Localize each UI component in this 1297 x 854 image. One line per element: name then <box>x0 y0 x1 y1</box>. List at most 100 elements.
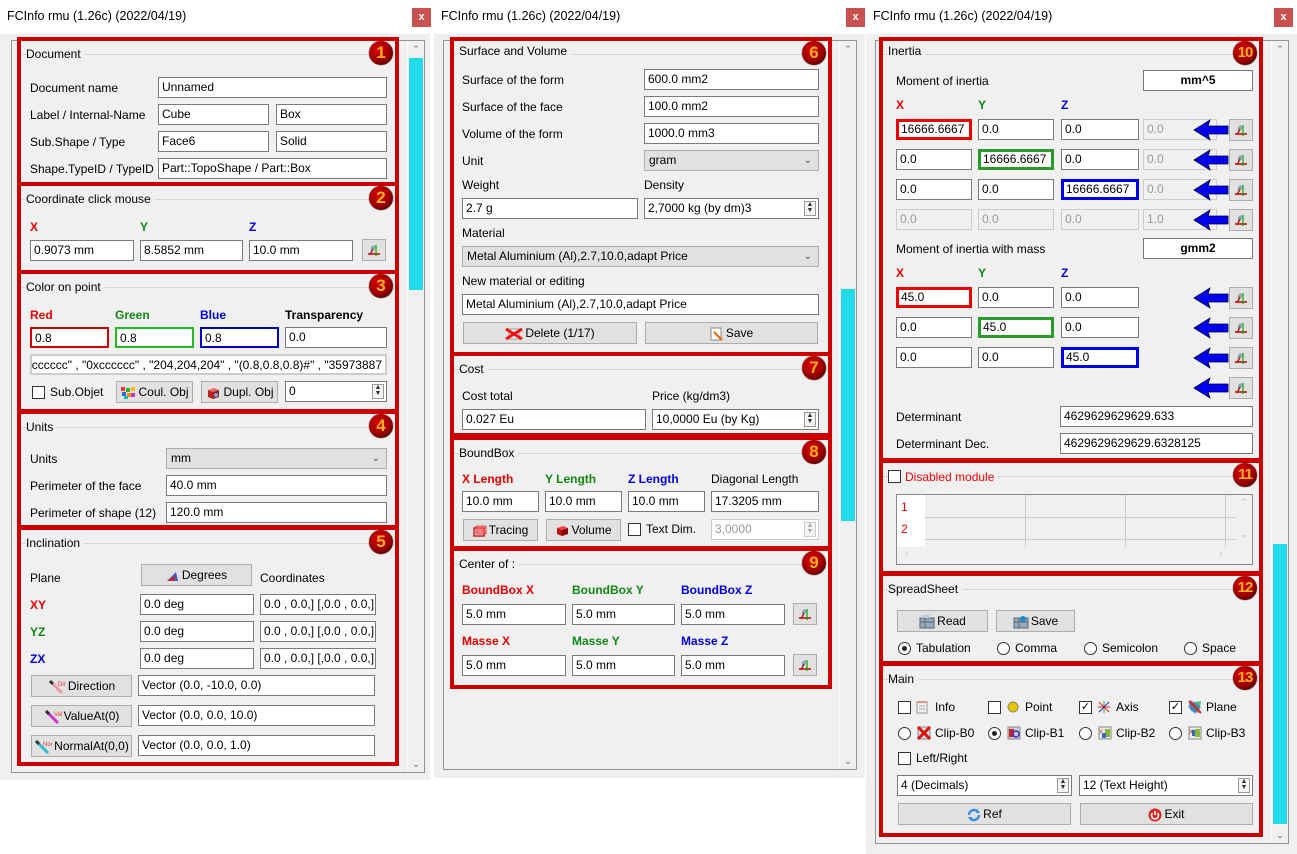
mass-axis-button-4[interactable] <box>1229 377 1253 399</box>
inertia-cell-r1-c3[interactable]: 0.0 <box>1061 119 1139 140</box>
leftright-checkbox[interactable] <box>898 752 911 765</box>
internal-name-field[interactable]: Box <box>276 104 387 125</box>
mass-axis-button-2[interactable] <box>1229 317 1253 339</box>
mass-cell-r1-c1[interactable]: 45.0 <box>896 287 972 308</box>
red-field[interactable]: 0.8 <box>30 327 109 348</box>
radio-clip-b0[interactable] <box>898 727 911 740</box>
ref-button[interactable]: Ref <box>898 803 1071 825</box>
mass-axis-button-1[interactable] <box>1229 287 1253 309</box>
decimals-spinbox[interactable]: 4 (Decimals) ▲ ▼ <box>897 775 1072 796</box>
place-mass-center-button[interactable] <box>793 654 817 676</box>
moment-unit-field[interactable]: mm^5 <box>1143 70 1253 91</box>
mass-unit-field[interactable]: gmm2 <box>1143 238 1253 259</box>
text-height-spinbox[interactable]: 12 (Text Height) ▲ ▼ <box>1079 775 1253 796</box>
scroll-up-icon[interactable]: ⌃ <box>840 41 856 57</box>
vertical-scrollbar[interactable]: ⌃ ⌄ <box>839 41 856 769</box>
spin-arrows-icon[interactable]: ▲ ▼ <box>372 384 384 399</box>
zx-coords-field[interactable]: 0.0 , 0.0,] [,0.0 , 0.0,] <box>260 648 376 669</box>
scroll-up-icon[interactable]: ⌃ <box>1272 41 1288 57</box>
determinant-dec-field[interactable]: 4629629629629.6328125 <box>1060 433 1253 454</box>
inertia-cell-r4-c3[interactable]: 0.0 <box>1061 209 1139 230</box>
unit-dropdown[interactable]: gram ⌄ <box>644 150 819 171</box>
surface-form-field[interactable]: 600.0 mm2 <box>644 69 819 90</box>
inertia-axis-button-1[interactable] <box>1229 119 1253 141</box>
place-axis-button[interactable] <box>362 239 386 261</box>
mass-cell-r2-c3[interactable]: 0.0 <box>1061 317 1139 338</box>
table-scroll-right-icon[interactable]: › <box>1219 548 1222 559</box>
material-dropdown[interactable]: Metal Aluminium (Al),2.7,10.0,adapt Pric… <box>462 246 819 267</box>
label-field[interactable]: Cube <box>158 104 269 125</box>
save-sheet-button[interactable]: Save <box>996 610 1075 632</box>
masse-y-field[interactable]: 5.0 mm <box>572 655 675 676</box>
boundbox-z-field[interactable]: 5.0 mm <box>681 604 785 625</box>
close-button[interactable]: x <box>846 8 865 27</box>
perim-shape-field[interactable]: 120.0 mm <box>166 502 387 523</box>
inertia-cell-r4-c1[interactable]: 0.0 <box>896 209 972 230</box>
units-dropdown[interactable]: mm ⌄ <box>166 448 387 469</box>
textdim-checkbox[interactable] <box>628 523 641 536</box>
table-scroll-down-icon[interactable]: ⌄ <box>1240 529 1248 540</box>
inertia-axis-button-3[interactable] <box>1229 179 1253 201</box>
density-spinbox[interactable]: 2,7000 kg (by dm)3 ▲ ▼ <box>644 198 819 219</box>
weight-field[interactable]: 2.7 g <box>462 198 638 219</box>
scroll-down-icon[interactable]: ⌄ <box>1272 827 1288 843</box>
degrees-button[interactable]: Degrees <box>141 564 252 586</box>
mass-cell-r2-c1[interactable]: 0.0 <box>896 317 972 338</box>
inertia-axis-button-2[interactable] <box>1229 149 1253 171</box>
mass-cell-r1-c2[interactable]: 0.0 <box>978 287 1054 308</box>
price-spinbox[interactable]: 10,0000 Eu (by Kg) ▲ ▼ <box>652 409 819 430</box>
normalat-button[interactable]: Nor NormalAt(0,0) <box>31 735 132 757</box>
y-length-field[interactable]: 10.0 mm <box>545 491 622 512</box>
dupl-obj-button[interactable]: Dupl. Obj <box>201 381 278 403</box>
normalat-field[interactable]: Vector (0.0, 0.0, 1.0) <box>138 735 375 756</box>
vertical-scrollbar[interactable]: ⌃ ⌄ <box>1271 41 1288 843</box>
radio-tabulation[interactable] <box>898 642 911 655</box>
typeid-field[interactable]: Part::TopoShape / Part::Box <box>158 158 387 179</box>
delete-material-button[interactable]: Delete (1/17) <box>463 322 637 344</box>
scroll-thumb[interactable] <box>841 289 855 521</box>
disabled-module-checkbox[interactable] <box>888 470 901 484</box>
radio-comma[interactable] <box>997 642 1010 655</box>
volume-button[interactable]: Volume <box>546 519 621 541</box>
color-spinbox[interactable]: 0 ▲ ▼ <box>285 381 387 402</box>
direction-field[interactable]: Vector (0.0, -10.0, 0.0) <box>138 675 375 696</box>
coul-obj-button[interactable]: Coul. Obj <box>116 381 193 403</box>
new-material-field[interactable]: Metal Aluminium (Al),2.7,10.0,adapt Pric… <box>462 294 819 315</box>
read-button[interactable]: Read <box>897 610 988 632</box>
xy-coords-field[interactable]: 0.0 , 0.0,] [,0.0 , 0.0,] <box>260 594 376 615</box>
color-codes-field[interactable]: 35973887" , "#cccccc" , "0xcccccc" , "20… <box>30 354 387 375</box>
mass-cell-r3-c3[interactable]: 45.0 <box>1061 347 1139 368</box>
spin-arrows-icon[interactable]: ▲ ▼ <box>804 522 816 537</box>
z-coord-field[interactable]: 10.0 mm <box>249 240 353 261</box>
point-checkbox[interactable] <box>988 701 1001 714</box>
scroll-thumb[interactable] <box>409 58 423 290</box>
inertia-cell-r3-c2[interactable]: 0.0 <box>978 179 1054 200</box>
radio-space[interactable] <box>1184 642 1197 655</box>
mass-axis-button-3[interactable] <box>1229 347 1253 369</box>
x-length-field[interactable]: 10.0 mm <box>462 491 539 512</box>
scroll-thumb[interactable] <box>1273 544 1287 824</box>
table-scroll-up-icon[interactable]: ⌃ <box>1240 497 1248 508</box>
radio-clip-b2[interactable] <box>1079 727 1092 740</box>
green-field[interactable]: 0.8 <box>115 327 194 348</box>
subobjet-checkbox[interactable] <box>32 386 45 399</box>
blue-field[interactable]: 0.8 <box>200 327 279 348</box>
inertia-axis-button-4[interactable] <box>1229 209 1253 231</box>
volume-form-field[interactable]: 1000.0 mm3 <box>644 123 819 144</box>
scroll-down-icon[interactable]: ⌄ <box>840 753 856 769</box>
spin-arrows-icon[interactable]: ▲ ▼ <box>1238 778 1250 793</box>
mass-cell-r3-c1[interactable]: 0.0 <box>896 347 972 368</box>
valueat-button[interactable]: Val ValueAt(0) <box>31 705 132 727</box>
info-checkbox[interactable] <box>898 701 911 714</box>
inertia-cell-r3-c1[interactable]: 0.0 <box>896 179 972 200</box>
vertical-scrollbar[interactable]: ⌃ ⌄ <box>407 41 424 772</box>
exit-button[interactable]: Exit <box>1080 803 1253 825</box>
plane-checkbox[interactable]: ✓ <box>1169 701 1182 714</box>
spreadsheet-table[interactable]: 1 2 ⌃ ⌄ ‹ › <box>896 494 1253 565</box>
inertia-cell-r1-c2[interactable]: 0.0 <box>978 119 1054 140</box>
zx-deg-field[interactable]: 0.0 deg <box>140 648 254 669</box>
radio-clip-b1[interactable] <box>988 727 1001 740</box>
spin-arrows-icon[interactable]: ▲ ▼ <box>804 201 816 216</box>
inertia-cell-r3-c3[interactable]: 16666.6667 <box>1061 179 1139 200</box>
close-button[interactable]: x <box>1274 8 1293 27</box>
